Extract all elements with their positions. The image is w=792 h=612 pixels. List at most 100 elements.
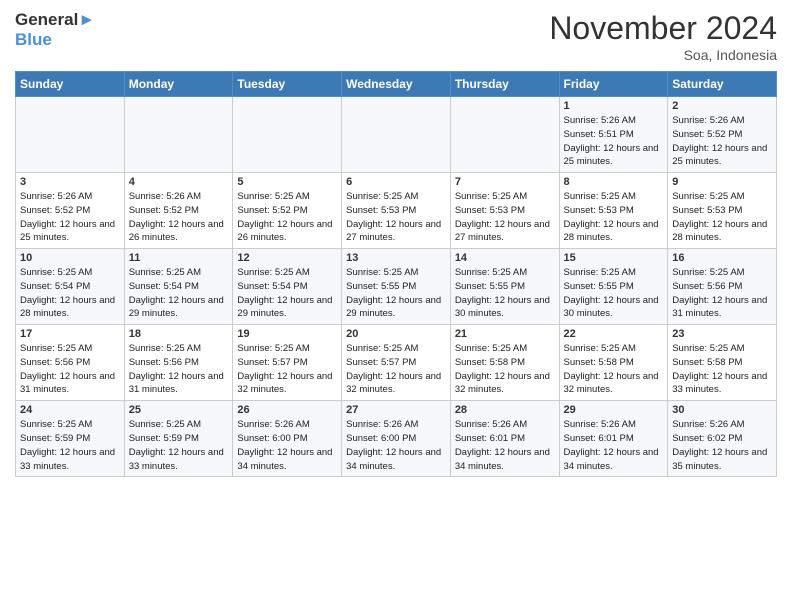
day-number: 18: [129, 328, 229, 340]
weekday-header-friday: Friday: [559, 72, 668, 97]
day-number: 25: [129, 404, 229, 416]
day-number: 15: [564, 252, 664, 264]
day-number: 12: [237, 252, 337, 264]
day-info: Sunrise: 5:26 AMSunset: 6:00 PMDaylight:…: [237, 418, 337, 473]
weekday-header-saturday: Saturday: [668, 72, 777, 97]
day-cell-30: 30 Sunrise: 5:26 AMSunset: 6:02 PMDayligh…: [668, 401, 777, 477]
day-cell-28: 28Sunrise: 5:26 AMSunset: 6:01 PMDayligh…: [450, 401, 559, 477]
day-cell-18: 18 Sunrise: 5:25 AMSunset: 5:56 PMDayligh…: [124, 325, 233, 401]
subtitle: Soa, Indonesia: [549, 47, 777, 63]
day-number: 24: [20, 404, 120, 416]
week-row-2: 3 Sunrise: 5:26 AMSunset: 5:52 PMDaylight…: [16, 173, 777, 249]
day-cell-5: 5Sunrise: 5:25 AMSunset: 5:52 PMDaylight…: [233, 173, 342, 249]
day-info: Sunrise: 5:25 AMSunset: 5:53 PMDaylight:…: [672, 190, 772, 245]
day-number: 1: [564, 100, 664, 112]
day-cell-13: 13 Sunrise: 5:25 AMSunset: 5:55 PMDayligh…: [342, 249, 451, 325]
empty-cell: [16, 97, 125, 173]
day-info: Sunrise: 5:26 AMSunset: 6:01 PMDaylight:…: [564, 418, 664, 473]
day-info: Sunrise: 5:26 AMSunset: 6:02 PMDaylight:…: [672, 418, 772, 473]
day-number: 17: [20, 328, 120, 340]
day-cell-16: 16 Sunrise: 5:25 AMSunset: 5:56 PMDayligh…: [668, 249, 777, 325]
day-info: Sunrise: 5:25 AMSunset: 5:56 PMDaylight:…: [129, 342, 229, 397]
week-row-1: 1Sunrise: 5:26 AMSunset: 5:51 PMDaylight…: [16, 97, 777, 173]
day-number: 6: [346, 176, 446, 188]
day-info: Sunrise: 5:25 AMSunset: 5:53 PMDaylight:…: [564, 190, 664, 245]
day-cell-1: 1Sunrise: 5:26 AMSunset: 5:51 PMDaylight…: [559, 97, 668, 173]
weekday-header-row: SundayMondayTuesdayWednesdayThursdayFrid…: [16, 72, 777, 97]
day-number: 30: [672, 404, 772, 416]
day-cell-22: 22Sunrise: 5:25 AMSunset: 5:58 PMDayligh…: [559, 325, 668, 401]
day-info: Sunrise: 5:25 AMSunset: 5:59 PMDaylight:…: [129, 418, 229, 473]
page: General► Blue November 2024 Soa, Indones…: [0, 0, 792, 612]
day-cell-21: 21 Sunrise: 5:25 AMSunset: 5:58 PMDayligh…: [450, 325, 559, 401]
weekday-header-thursday: Thursday: [450, 72, 559, 97]
day-cell-29: 29 Sunrise: 5:26 AMSunset: 6:01 PMDayligh…: [559, 401, 668, 477]
day-number: 10: [20, 252, 120, 264]
day-info: Sunrise: 5:25 AMSunset: 5:57 PMDaylight:…: [237, 342, 337, 397]
weekday-header-sunday: Sunday: [16, 72, 125, 97]
day-cell-6: 6 Sunrise: 5:25 AMSunset: 5:53 PMDaylight…: [342, 173, 451, 249]
day-info: Sunrise: 5:25 AMSunset: 5:54 PMDaylight:…: [20, 266, 120, 321]
calendar: SundayMondayTuesdayWednesdayThursdayFrid…: [15, 71, 777, 477]
day-info: Sunrise: 5:26 AMSunset: 6:00 PMDaylight:…: [346, 418, 446, 473]
day-info: Sunrise: 5:25 AMSunset: 5:53 PMDaylight:…: [455, 190, 555, 245]
day-number: 19: [237, 328, 337, 340]
day-cell-3: 3 Sunrise: 5:26 AMSunset: 5:52 PMDaylight…: [16, 173, 125, 249]
day-cell-15: 15Sunrise: 5:25 AMSunset: 5:55 PMDayligh…: [559, 249, 668, 325]
day-cell-7: 7 Sunrise: 5:25 AMSunset: 5:53 PMDaylight…: [450, 173, 559, 249]
day-info: Sunrise: 5:25 AMSunset: 5:56 PMDaylight:…: [20, 342, 120, 397]
month-title: November 2024: [549, 10, 777, 47]
day-number: 4: [129, 176, 229, 188]
day-number: 29: [564, 404, 664, 416]
day-cell-10: 10 Sunrise: 5:25 AMSunset: 5:54 PMDayligh…: [16, 249, 125, 325]
day-info: Sunrise: 5:26 AMSunset: 5:52 PMDaylight:…: [129, 190, 229, 245]
day-cell-2: 2Sunrise: 5:26 AMSunset: 5:52 PMDaylight…: [668, 97, 777, 173]
weekday-header-tuesday: Tuesday: [233, 72, 342, 97]
logo-line2: Blue: [15, 30, 95, 50]
day-cell-14: 14 Sunrise: 5:25 AMSunset: 5:55 PMDayligh…: [450, 249, 559, 325]
day-cell-8: 8Sunrise: 5:25 AMSunset: 5:53 PMDaylight…: [559, 173, 668, 249]
day-number: 13: [346, 252, 446, 264]
day-info: Sunrise: 5:25 AMSunset: 5:58 PMDaylight:…: [455, 342, 555, 397]
day-number: 7: [455, 176, 555, 188]
empty-cell: [233, 97, 342, 173]
day-number: 23: [672, 328, 772, 340]
day-cell-4: 4 Sunrise: 5:26 AMSunset: 5:52 PMDaylight…: [124, 173, 233, 249]
day-info: Sunrise: 5:26 AMSunset: 5:52 PMDaylight:…: [20, 190, 120, 245]
weekday-header-monday: Monday: [124, 72, 233, 97]
day-number: 16: [672, 252, 772, 264]
title-area: November 2024 Soa, Indonesia: [549, 10, 777, 63]
day-cell-25: 25 Sunrise: 5:25 AMSunset: 5:59 PMDayligh…: [124, 401, 233, 477]
logo: General► Blue: [15, 10, 95, 49]
day-cell-24: 24Sunrise: 5:25 AMSunset: 5:59 PMDayligh…: [16, 401, 125, 477]
day-cell-11: 11Sunrise: 5:25 AMSunset: 5:54 PMDayligh…: [124, 249, 233, 325]
day-info: Sunrise: 5:25 AMSunset: 5:58 PMDaylight:…: [672, 342, 772, 397]
day-info: Sunrise: 5:25 AMSunset: 5:57 PMDaylight:…: [346, 342, 446, 397]
day-number: 14: [455, 252, 555, 264]
day-number: 11: [129, 252, 229, 264]
empty-cell: [450, 97, 559, 173]
week-row-5: 24 Sunrise: 5:25 AMSunset: 5:59 PMDayligh…: [16, 401, 777, 477]
day-number: 28: [455, 404, 555, 416]
day-cell-17: 17 Sunrise: 5:25 AMSunset: 5:56 PMDayligh…: [16, 325, 125, 401]
day-cell-27: 27Sunrise: 5:26 AMSunset: 6:00 PMDayligh…: [342, 401, 451, 477]
day-cell-23: 23 Sunrise: 5:25 AMSunset: 5:58 PMDayligh…: [668, 325, 777, 401]
day-cell-19: 19 Sunrise: 5:25 AMSunset: 5:57 PMDayligh…: [233, 325, 342, 401]
header: General► Blue November 2024 Soa, Indones…: [15, 10, 777, 63]
day-info: Sunrise: 5:25 AMSunset: 5:56 PMDaylight:…: [672, 266, 772, 321]
day-number: 3: [20, 176, 120, 188]
week-row-3: 10 Sunrise: 5:25 AMSunset: 5:54 PMDayligh…: [16, 249, 777, 325]
day-number: 26: [237, 404, 337, 416]
day-info: Sunrise: 5:25 AMSunset: 5:53 PMDaylight:…: [346, 190, 446, 245]
empty-cell: [342, 97, 451, 173]
day-cell-26: 26 Sunrise: 5:26 AMSunset: 6:00 PMDayligh…: [233, 401, 342, 477]
week-row-4: 17 Sunrise: 5:25 AMSunset: 5:56 PMDayligh…: [16, 325, 777, 401]
day-number: 5: [237, 176, 337, 188]
day-info: Sunrise: 5:25 AMSunset: 5:54 PMDaylight:…: [237, 266, 337, 321]
day-number: 21: [455, 328, 555, 340]
day-number: 20: [346, 328, 446, 340]
day-info: Sunrise: 5:25 AMSunset: 5:55 PMDaylight:…: [455, 266, 555, 321]
weekday-header-wednesday: Wednesday: [342, 72, 451, 97]
day-cell-9: 9Sunrise: 5:25 AMSunset: 5:53 PMDaylight…: [668, 173, 777, 249]
day-info: Sunrise: 5:25 AMSunset: 5:55 PMDaylight:…: [346, 266, 446, 321]
